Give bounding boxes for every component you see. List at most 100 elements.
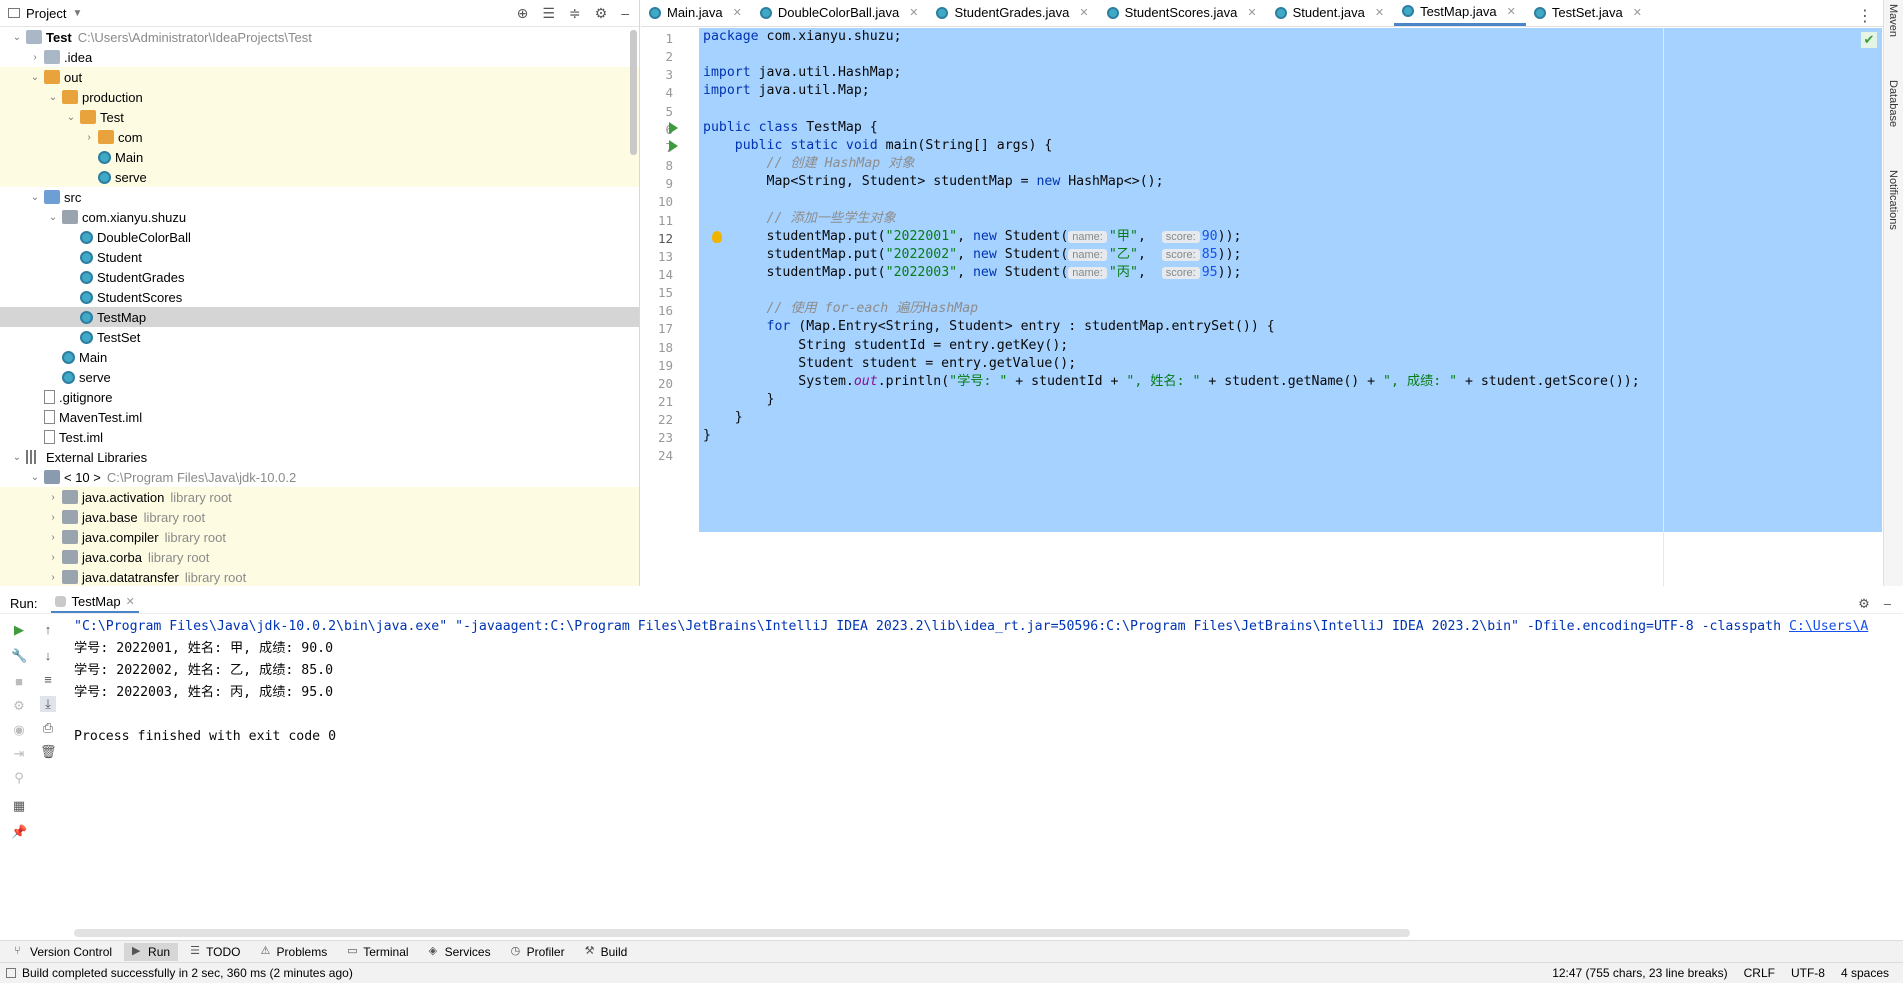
close-icon[interactable]: ✕ <box>1507 5 1516 18</box>
chevron-right-icon[interactable]: › <box>46 512 60 523</box>
tab-doublecolorball[interactable]: DoubleColorBall.java ✕ <box>752 0 929 26</box>
toolwindow-build[interactable]: ⚒ Build <box>577 943 636 961</box>
right-strip-database[interactable]: Database <box>1887 80 1899 127</box>
chevron-right-icon[interactable]: › <box>46 552 60 563</box>
close-icon[interactable]: ✕ <box>1247 6 1256 19</box>
tree-item[interactable]: TestSet <box>0 327 639 347</box>
tree-item[interactable]: › java.base library root <box>0 507 639 527</box>
close-icon[interactable]: ✕ <box>1633 6 1642 19</box>
chevron-down-icon[interactable]: ⌄ <box>10 32 24 43</box>
right-strip-notifications[interactable]: Notifications <box>1887 170 1899 230</box>
locate-icon[interactable]: ⊕ <box>517 5 529 22</box>
minimize-icon[interactable]: – <box>621 5 629 22</box>
exit-icon[interactable]: ⇥ <box>11 746 27 762</box>
tab-testmap[interactable]: TestMap.java ✕ <box>1394 0 1526 26</box>
tree-item[interactable]: ⌄ src <box>0 187 639 207</box>
chevron-right-icon[interactable]: › <box>28 52 42 63</box>
tree-item[interactable]: ⌄ External Libraries <box>0 447 639 467</box>
toolwindow-todo[interactable]: ☰ TODO <box>182 943 248 961</box>
tree-item[interactable]: DoubleColorBall <box>0 227 639 247</box>
run-console[interactable]: "C:\Program Files\Java\jdk-10.0.2\bin\ja… <box>74 616 1884 926</box>
gear-icon[interactable]: ⚙ <box>595 5 608 22</box>
up-arrow-icon[interactable]: ↑ <box>40 622 56 638</box>
tree-item[interactable]: .gitignore <box>0 387 639 407</box>
tree-item[interactable]: ⌄ out <box>0 67 639 87</box>
tree-item[interactable]: Student <box>0 247 639 267</box>
chevron-down-icon[interactable]: ⌄ <box>28 192 42 203</box>
chevron-right-icon[interactable]: › <box>82 132 96 143</box>
tree-item[interactable]: ⌄ < 10 > C:\Program Files\Java\jdk-10.0.2 <box>0 467 639 487</box>
project-scrollbar[interactable] <box>630 30 637 155</box>
line-number-gutter[interactable]: 1 2 3 4 5 6 7 8 9 10 11 12 13 14 15 16 17 18 19 20 21 22 23 24 <box>641 28 722 586</box>
project-view-icon[interactable] <box>8 8 20 18</box>
wrench-icon[interactable]: 🔧 <box>11 648 27 664</box>
tree-item[interactable]: ⌄ Test <box>0 107 639 127</box>
search-icon[interactable]: ⚲ <box>11 770 27 786</box>
tree-item[interactable]: › java.compiler library root <box>0 527 639 547</box>
project-title[interactable]: Project <box>26 6 66 21</box>
pin-icon[interactable]: 📌 <box>11 824 27 840</box>
caret-position[interactable]: 12:47 (755 chars, 23 line breaks) <box>1552 966 1727 980</box>
status-message[interactable]: Build completed successfully in 2 sec, 3… <box>22 966 353 980</box>
tree-item[interactable]: StudentGrades <box>0 267 639 287</box>
chevron-down-icon[interactable]: ⌄ <box>28 72 42 83</box>
chevron-down-icon[interactable]: ⌄ <box>64 112 78 123</box>
tree-item[interactable]: Test.iml <box>0 427 639 447</box>
chevron-down-icon[interactable]: ⌄ <box>46 92 60 103</box>
chevron-right-icon[interactable]: › <box>46 572 60 583</box>
toolwindow-terminal[interactable]: ▭ Terminal <box>339 943 416 961</box>
tree-item[interactable]: › com <box>0 127 639 147</box>
camera-icon[interactable]: ◉ <box>11 722 27 738</box>
tree-item[interactable]: › .idea <box>0 47 639 67</box>
rerun-icon[interactable]: ▶ <box>11 622 27 638</box>
scroll-to-end-icon[interactable]: ⤓ <box>40 696 56 712</box>
chevron-right-icon[interactable]: › <box>46 532 60 543</box>
tree-item[interactable]: MavenTest.iml <box>0 407 639 427</box>
inspection-ok-icon[interactable]: ✔ <box>1861 32 1877 48</box>
restore-icon[interactable]: ⚙ <box>11 698 27 714</box>
tree-item[interactable]: › java.corba library root <box>0 547 639 567</box>
toolwindow-services[interactable]: ◈ Services <box>421 943 499 961</box>
code-area[interactable]: package com.xianyu.shuzu; import java.uti… <box>699 28 1883 586</box>
right-strip-maven[interactable]: Maven <box>1887 4 1899 37</box>
expand-all-icon[interactable]: ☰ <box>542 5 555 22</box>
gear-icon[interactable]: ⚙ <box>1858 596 1870 612</box>
collapse-all-icon[interactable]: ≑ <box>569 5 581 22</box>
tree-item[interactable]: ⌄ Test C:\Users\Administrator\IdeaProjects… <box>0 27 639 47</box>
chevron-down-icon[interactable]: ⌄ <box>46 212 60 223</box>
tree-item[interactable]: TestMap <box>0 307 639 327</box>
toolwindow-run[interactable]: ▶ Run <box>124 942 179 961</box>
run-tab-testmap[interactable]: TestMap ✕ <box>51 594 139 613</box>
tab-testset[interactable]: TestSet.java ✕ <box>1526 0 1652 26</box>
more-tabs-icon[interactable]: ⋮ <box>1857 6 1883 26</box>
tree-item[interactable]: ⌄ com.xianyu.shuzu <box>0 207 639 227</box>
soft-wrap-icon[interactable]: ≡ <box>40 672 56 688</box>
down-arrow-icon[interactable]: ↓ <box>40 648 56 664</box>
tree-item[interactable]: › java.datatransfer library root <box>0 567 639 586</box>
tab-main[interactable]: Main.java ✕ <box>641 0 752 26</box>
close-icon[interactable]: ✕ <box>733 6 742 19</box>
close-icon[interactable]: ✕ <box>909 6 918 19</box>
stop-icon[interactable]: ■ <box>11 674 27 690</box>
chevron-right-icon[interactable]: › <box>46 492 60 503</box>
toolwindow-version-control[interactable]: ⑂ Version Control <box>6 943 120 961</box>
toolwindow-profiler[interactable]: ◷ Profiler <box>503 943 573 961</box>
close-icon[interactable]: ✕ <box>126 595 135 608</box>
tab-studentgrades[interactable]: StudentGrades.java ✕ <box>928 0 1098 26</box>
line-separator[interactable]: CRLF <box>1744 966 1775 980</box>
layout-icon[interactable]: ▦ <box>11 798 27 814</box>
tree-item[interactable]: ⌄ production <box>0 87 639 107</box>
run-gutter-icon[interactable] <box>669 121 678 134</box>
print-icon[interactable]: ⎙ <box>40 720 56 736</box>
tree-item[interactable]: Main <box>0 147 639 167</box>
close-icon[interactable]: ✕ <box>1375 6 1384 19</box>
indent-setting[interactable]: 4 spaces <box>1841 966 1889 980</box>
chevron-down-icon[interactable]: ⌄ <box>28 472 42 483</box>
chevron-down-icon[interactable]: ⌄ <box>10 452 24 463</box>
status-toggle-icon[interactable] <box>6 968 16 978</box>
tree-item[interactable]: serve <box>0 367 639 387</box>
classpath-link[interactable]: C:\Users\A <box>1789 619 1868 634</box>
tab-studentscores[interactable]: StudentScores.java ✕ <box>1099 0 1267 26</box>
file-encoding[interactable]: UTF-8 <box>1791 966 1825 980</box>
console-horizontal-scrollbar[interactable] <box>74 929 1410 937</box>
